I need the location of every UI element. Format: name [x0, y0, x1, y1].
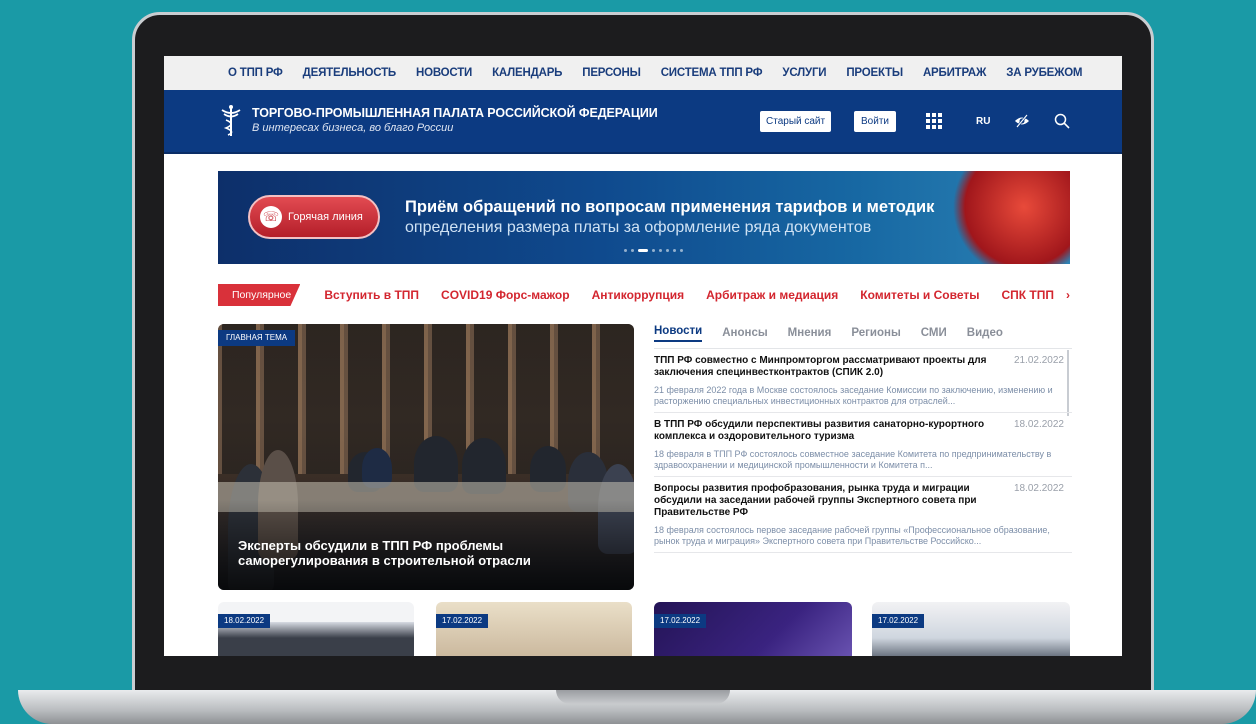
- hotline-label: Горячая линия: [288, 211, 363, 223]
- logo-icon[interactable]: [220, 104, 242, 138]
- news-card[interactable]: 18.02.2022: [218, 602, 414, 656]
- nav-item-persons[interactable]: ПЕРСОНЫ: [582, 67, 641, 79]
- carousel-dot-active[interactable]: [638, 249, 648, 252]
- carousel-dot[interactable]: [680, 249, 683, 252]
- nav-item-projects[interactable]: ПРОЕКТЫ: [846, 67, 903, 79]
- news-item[interactable]: Вопросы развития профобразования, рынка …: [654, 477, 1072, 553]
- banner-subtitle: определения размера платы за оформление …: [405, 219, 872, 236]
- popular-link-arbitration[interactable]: Арбитраж и медиация: [706, 288, 838, 302]
- popular-link-covid[interactable]: COVID19 Форс-мажор: [441, 288, 570, 302]
- organization-slogan: В интересах бизнеса, во благо России: [252, 122, 454, 134]
- tab-video[interactable]: Видео: [967, 327, 1003, 339]
- news-card[interactable]: 17.02.2022: [872, 602, 1070, 656]
- popular-link-committees[interactable]: Комитеты и Советы: [860, 288, 979, 302]
- apps-grid-icon[interactable]: [926, 113, 942, 129]
- browser-viewport: О ТПП РФ ДЕЯТЕЛЬНОСТЬ НОВОСТИ КАЛЕНДАРЬ …: [164, 56, 1122, 656]
- news-excerpt: 21 февраля 2022 года в Москве состоялось…: [654, 385, 1053, 406]
- nav-item-arbitration[interactable]: АРБИТРАЖ: [923, 67, 986, 79]
- popular-link-join[interactable]: Вступить в ТПП: [324, 288, 419, 302]
- news-title[interactable]: Вопросы развития профобразования, рынка …: [654, 483, 1004, 519]
- popular-tag: Популярное: [218, 284, 301, 306]
- nav-item-services[interactable]: УСЛУГИ: [782, 67, 826, 79]
- tab-media[interactable]: СМИ: [921, 327, 947, 339]
- carousel-dot[interactable]: [624, 249, 627, 252]
- top-navigation: О ТПП РФ ДЕЯТЕЛЬНОСТЬ НОВОСТИ КАЛЕНДАРЬ …: [164, 56, 1122, 90]
- hotline-button[interactable]: ☏ Горячая линия: [248, 195, 380, 239]
- accessibility-eye-icon[interactable]: [1014, 114, 1030, 128]
- news-excerpt: 18 февраля в ТПП РФ состоялось совместно…: [654, 449, 1052, 470]
- carousel-dot[interactable]: [673, 249, 676, 252]
- nav-item-system[interactable]: СИСТЕМА ТПП РФ: [661, 67, 763, 79]
- news-date: 18.02.2022: [1013, 419, 1064, 430]
- card-date: 18.02.2022: [218, 614, 271, 628]
- news-item[interactable]: ТПП РФ совместно с Минпромторгом рассмат…: [654, 349, 1072, 413]
- card-date: 17.02.2022: [654, 614, 707, 628]
- news-item[interactable]: В ТПП РФ обсудили перспективы развития с…: [654, 413, 1072, 477]
- organization-name[interactable]: ТОРГОВО-ПРОМЫШЛЕННАЯ ПАЛАТА РОССИЙСКОЙ Ф…: [252, 106, 658, 120]
- popular-link-anticorruption[interactable]: Антикоррупция: [592, 288, 685, 302]
- tab-opinions[interactable]: Мнения: [788, 327, 832, 339]
- feature-title[interactable]: Эксперты обсудили в ТПП РФ проблемы само…: [238, 538, 558, 568]
- site-header: ТОРГОВО-ПРОМЫШЛЕННАЯ ПАЛАТА РОССИЙСКОЙ Ф…: [164, 90, 1122, 154]
- old-site-button[interactable]: Старый сайт: [760, 111, 832, 132]
- news-card[interactable]: 17.02.2022: [436, 602, 632, 656]
- card-date: 17.02.2022: [872, 614, 925, 628]
- laptop-notch: [556, 690, 730, 704]
- news-date: 18.02.2022: [1013, 483, 1064, 494]
- carousel-dot[interactable]: [652, 249, 655, 252]
- news-card[interactable]: 17.02.2022: [654, 602, 852, 656]
- login-button[interactable]: Войти: [854, 111, 896, 132]
- main-topic-tag: ГЛАВНАЯ ТЕМА: [218, 330, 296, 346]
- phone-icon: ☏: [260, 206, 282, 228]
- language-switch[interactable]: RU: [976, 116, 990, 127]
- search-icon[interactable]: [1054, 113, 1070, 129]
- chevron-right-icon[interactable]: ›: [1066, 288, 1070, 302]
- news-panel: Новости Анонсы Мнения Регионы СМИ Видео …: [654, 322, 1072, 643]
- tab-news[interactable]: Новости: [654, 325, 703, 342]
- nav-item-calendar[interactable]: КАЛЕНДАРЬ: [492, 67, 562, 79]
- nav-item-activity[interactable]: ДЕЯТЕЛЬНОСТЬ: [303, 67, 397, 79]
- carousel-dots[interactable]: [624, 249, 683, 252]
- news-excerpt: 18 февраля состоялось первое заседание р…: [654, 525, 1050, 546]
- hotline-banner[interactable]: ☏ Горячая линия Приём обращений по вопро…: [218, 171, 1070, 264]
- nav-item-abroad[interactable]: ЗА РУБЕЖОМ: [1006, 67, 1082, 79]
- news-title[interactable]: ТПП РФ совместно с Минпромторгом рассмат…: [654, 355, 1004, 379]
- carousel-dot[interactable]: [631, 249, 634, 252]
- news-title[interactable]: В ТПП РФ обсудили перспективы развития с…: [654, 419, 1004, 443]
- tab-regions[interactable]: Регионы: [851, 327, 900, 339]
- main-feature-card[interactable]: ГЛАВНАЯ ТЕМА Эксперты обсудили в ТПП РФ …: [218, 324, 634, 590]
- carousel-dot[interactable]: [666, 249, 669, 252]
- popular-links-bar: Популярное Вступить в ТПП COVID19 Форс-м…: [218, 284, 1070, 306]
- carousel-dot[interactable]: [659, 249, 662, 252]
- nav-item-news[interactable]: НОВОСТИ: [416, 67, 472, 79]
- phone-illustration: [946, 171, 1070, 264]
- banner-title: Приём обращений по вопросам применения т…: [405, 198, 935, 216]
- popular-link-spk[interactable]: СПК ТПП: [1001, 288, 1054, 302]
- card-date: 17.02.2022: [436, 614, 489, 628]
- nav-item-about[interactable]: О ТПП РФ: [228, 67, 283, 79]
- tab-announcements[interactable]: Анонсы: [722, 327, 767, 339]
- news-date: 21.02.2022: [1013, 355, 1064, 366]
- news-tabs: Новости Анонсы Мнения Регионы СМИ Видео: [654, 322, 1072, 344]
